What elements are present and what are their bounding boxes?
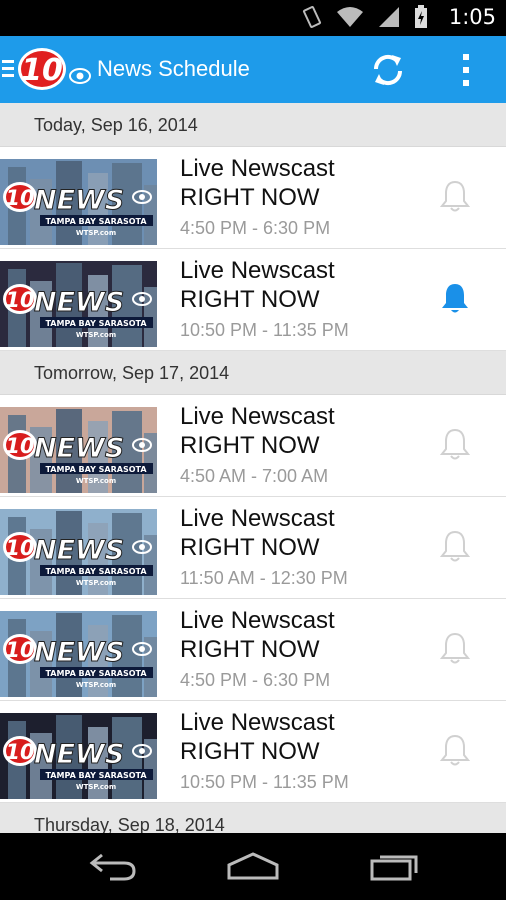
svg-text:WTSP.com: WTSP.com [76, 477, 116, 485]
status-bar: 1:05 [0, 0, 506, 36]
item-time: 10:50 PM - 11:35 PM [180, 320, 349, 340]
thumbnail: 10 NEWS TAMPA BAY SARASOTA WTSP.com [0, 159, 157, 245]
bell-icon[interactable] [440, 631, 470, 665]
home-icon[interactable] [226, 851, 280, 881]
item-time: 4:50 PM - 6:30 PM [180, 670, 331, 690]
bell-icon[interactable] [440, 281, 470, 315]
item-time: 11:50 AM - 12:30 PM [180, 568, 348, 588]
item-time: 4:50 AM - 7:00 AM [180, 466, 329, 486]
svg-text:TAMPA BAY SARASOTA: TAMPA BAY SARASOTA [45, 465, 147, 474]
signal-icon [379, 7, 399, 27]
svg-text:WTSP.com: WTSP.com [76, 331, 116, 339]
thumbnail: 10 NEWS TAMPA BAY SARASOTA WTSP.com [0, 261, 157, 347]
bell-icon[interactable] [440, 733, 470, 767]
station-logo-icon: 10 [18, 48, 91, 90]
vibrate-icon [302, 6, 322, 28]
item-subtitle: RIGHT NOW [180, 636, 320, 663]
svg-text:WTSP.com: WTSP.com [76, 783, 116, 791]
news-logo-image: 10 NEWS TAMPA BAY SARASOTA WTSP.com [0, 713, 157, 799]
item-title: Live Newscast [180, 607, 335, 634]
item-subtitle: RIGHT NOW [180, 738, 320, 765]
svg-text:TAMPA BAY SARASOTA: TAMPA BAY SARASOTA [45, 669, 147, 678]
schedule-item[interactable]: 10 NEWS TAMPA BAY SARASOTA WTSP.com Live… [0, 147, 506, 249]
thumbnail: 10 NEWS TAMPA BAY SARASOTA WTSP.com [0, 611, 157, 697]
item-time: 10:50 PM - 11:35 PM [180, 772, 349, 792]
item-title: Live Newscast [180, 505, 335, 532]
schedule-item[interactable]: 10 NEWS TAMPA BAY SARASOTA WTSP.com Live… [0, 249, 506, 351]
bell-icon[interactable] [440, 427, 470, 461]
item-title: Live Newscast [180, 155, 335, 182]
svg-text:NEWS: NEWS [34, 185, 124, 216]
date-header: Tomorrow, Sep 17, 2014 [0, 351, 506, 395]
navigation-bar [0, 833, 506, 900]
svg-text:NEWS: NEWS [34, 637, 124, 668]
page-title: News Schedule [97, 56, 250, 81]
item-subtitle: RIGHT NOW [180, 286, 320, 313]
back-icon[interactable] [88, 851, 138, 881]
status-icons [302, 5, 428, 29]
svg-text:NEWS: NEWS [34, 535, 124, 566]
news-logo-image: 10 NEWS TAMPA BAY SARASOTA WTSP.com [0, 509, 157, 595]
schedule-item[interactable]: 10 NEWS TAMPA BAY SARASOTA WTSP.com Live… [0, 701, 506, 803]
thumbnail: 10 NEWS TAMPA BAY SARASOTA WTSP.com [0, 407, 157, 493]
svg-text:10: 10 [5, 186, 34, 210]
battery-charging-icon [415, 5, 427, 28]
item-subtitle: RIGHT NOW [180, 534, 320, 561]
wifi-icon [337, 7, 363, 27]
svg-text:NEWS: NEWS [34, 287, 124, 318]
news-logo-image: 10 NEWS TAMPA BAY SARASOTA WTSP.com [0, 407, 157, 493]
svg-text:10: 10 [5, 638, 34, 662]
overflow-menu-icon[interactable] [448, 48, 484, 92]
svg-text:NEWS: NEWS [34, 433, 124, 464]
news-logo-image: 10 NEWS TAMPA BAY SARASOTA WTSP.com [0, 159, 157, 245]
svg-text:TAMPA BAY SARASOTA: TAMPA BAY SARASOTA [45, 217, 147, 226]
svg-text:TAMPA BAY SARASOTA: TAMPA BAY SARASOTA [45, 567, 147, 576]
schedule-list: Today, Sep 16, 2014 10 NEWS TAMPA BAY SA… [0, 103, 506, 847]
svg-text:10: 10 [5, 536, 34, 560]
svg-text:TAMPA BAY SARASOTA: TAMPA BAY SARASOTA [45, 771, 147, 780]
schedule-item[interactable]: 10 NEWS TAMPA BAY SARASOTA WTSP.com Live… [0, 395, 506, 497]
app-logo[interactable]: 10 [14, 42, 94, 103]
thumbnail: 10 NEWS TAMPA BAY SARASOTA WTSP.com [0, 509, 157, 595]
svg-text:TAMPA BAY SARASOTA: TAMPA BAY SARASOTA [45, 319, 147, 328]
svg-text:10: 10 [5, 740, 34, 764]
logo-number: 10 [21, 53, 63, 88]
thumbnail: 10 NEWS TAMPA BAY SARASOTA WTSP.com [0, 713, 157, 799]
svg-text:NEWS: NEWS [34, 739, 124, 770]
schedule-item[interactable]: 10 NEWS TAMPA BAY SARASOTA WTSP.com Live… [0, 599, 506, 701]
news-logo-image: 10 NEWS TAMPA BAY SARASOTA WTSP.com [0, 611, 157, 697]
item-title: Live Newscast [180, 709, 335, 736]
action-bar: 10 News Schedule [0, 36, 506, 103]
svg-text:WTSP.com: WTSP.com [76, 681, 116, 689]
schedule-item[interactable]: 10 NEWS TAMPA BAY SARASOTA WTSP.com Live… [0, 497, 506, 599]
bell-icon[interactable] [440, 529, 470, 563]
status-time: 1:05 [448, 5, 496, 29]
item-subtitle: RIGHT NOW [180, 432, 320, 459]
refresh-icon[interactable] [368, 50, 408, 90]
item-time: 4:50 PM - 6:30 PM [180, 218, 331, 238]
date-header: Today, Sep 16, 2014 [0, 103, 506, 147]
svg-text:10: 10 [5, 288, 34, 312]
news-logo-image: 10 NEWS TAMPA BAY SARASOTA WTSP.com [0, 261, 157, 347]
item-subtitle: RIGHT NOW [180, 184, 320, 211]
svg-text:WTSP.com: WTSP.com [76, 229, 116, 237]
item-title: Live Newscast [180, 257, 335, 284]
item-title: Live Newscast [180, 403, 335, 430]
svg-text:WTSP.com: WTSP.com [76, 579, 116, 587]
bell-icon[interactable] [440, 179, 470, 213]
recents-icon[interactable] [370, 851, 422, 881]
svg-text:10: 10 [5, 434, 34, 458]
